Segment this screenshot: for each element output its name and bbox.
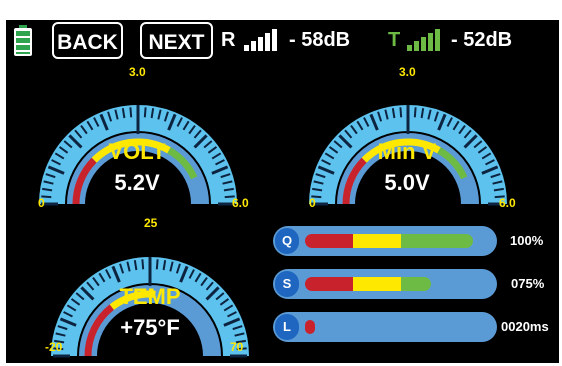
temp-max-label: 70	[230, 340, 244, 354]
receiver-signal-icon	[244, 29, 280, 51]
temp-mid-label: 25	[144, 216, 158, 230]
minv-title: Min V	[377, 139, 437, 164]
volt-title: VOLT	[108, 139, 166, 164]
next-button[interactable]: NEXT	[140, 22, 213, 59]
bar-q-key: Q	[275, 228, 299, 254]
bar-l-value: 0020ms	[501, 319, 549, 334]
minv-max-label: 6.0	[499, 196, 516, 210]
temp-min-label: -20	[45, 340, 63, 354]
transmitter-signal-icon	[407, 29, 443, 51]
bar-segment	[305, 277, 353, 291]
bar-segment	[401, 234, 473, 248]
bar-l: L	[273, 312, 497, 342]
bar-segment	[305, 320, 315, 334]
temp-gauge-tick	[141, 259, 145, 270]
transmitter-label: T	[388, 29, 401, 51]
back-button[interactable]: BACK	[52, 22, 123, 59]
bar-s-value: 075%	[511, 276, 545, 291]
bar-segment	[353, 234, 401, 248]
bar-l-fill	[305, 320, 315, 334]
volt-gauge-tick	[129, 107, 133, 118]
temp-gauge-tick	[155, 259, 159, 270]
temp-title: TEMP	[119, 284, 181, 309]
transmitter-value: - 52dB	[451, 29, 513, 51]
minv-min-label: 0	[309, 196, 316, 210]
bar-s: S	[273, 269, 497, 299]
bar-s-key: S	[275, 271, 299, 297]
bar-segment	[305, 234, 353, 248]
minv-gauge-tick	[413, 107, 417, 118]
volt-gauge-tick	[143, 107, 147, 118]
volt-value: 5.2V	[114, 170, 160, 195]
display-screen: BACK NEXT R - 58dB T - 52dB 3.0 0 6.0 VO…	[6, 20, 559, 363]
minv-mid-label: 3.0	[399, 65, 416, 79]
volt-min-label: 0	[38, 196, 45, 210]
volt-max-label: 6.0	[232, 196, 249, 210]
bar-segment	[401, 277, 431, 291]
bar-l-key: L	[275, 314, 299, 340]
volt-mid-label: 3.0	[129, 65, 146, 79]
battery-icon	[13, 25, 33, 57]
receiver-value: - 58dB	[289, 29, 351, 51]
temp-value: +75°F	[120, 315, 180, 340]
minv-gauge-tick	[399, 107, 403, 118]
bar-q: Q	[273, 226, 497, 256]
receiver-label: R	[221, 29, 236, 51]
minv-value: 5.0V	[384, 170, 430, 195]
bar-s-fill	[305, 277, 431, 291]
bar-segment	[353, 277, 401, 291]
bar-q-fill	[305, 234, 473, 248]
bar-q-value: 100%	[510, 233, 544, 248]
